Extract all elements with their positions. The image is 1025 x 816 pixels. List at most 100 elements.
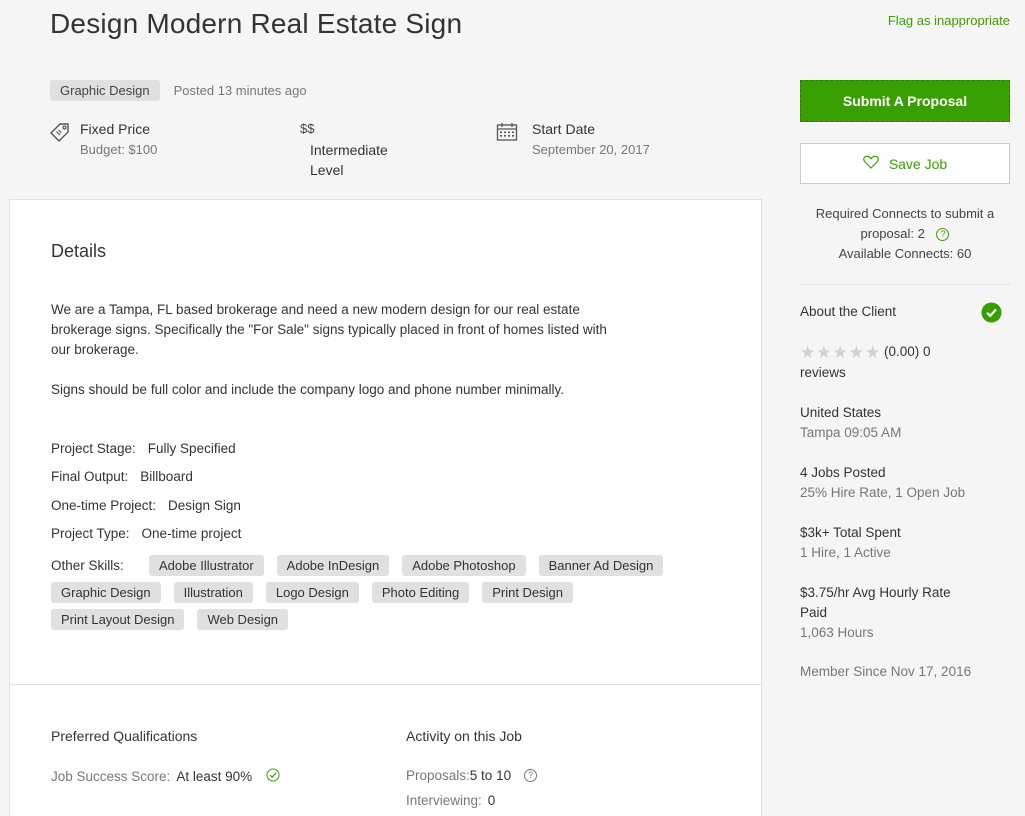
submit-proposal-button[interactable]: Submit A Proposal (800, 80, 1010, 122)
connects-line: proposal: 2 ? (800, 224, 1010, 244)
heart-icon (863, 155, 879, 172)
field-value: One-time project (141, 526, 242, 541)
start-date-label: Start Date (532, 121, 596, 137)
verified-check-icon (981, 302, 1002, 329)
total-spent: $3k+ Total Spent (800, 525, 901, 540)
skill-tag[interactable]: Photo Editing (371, 582, 470, 603)
category-tag[interactable]: Graphic Design (50, 80, 160, 101)
sidebar-divider (800, 284, 1010, 285)
proposals-count: Proposals: 5 to 10 ? (406, 768, 538, 783)
skill-tag[interactable]: Banner Ad Design (538, 555, 664, 576)
reviews-text: reviews (800, 365, 846, 380)
skill-tag[interactable]: Adobe InDesign (276, 555, 390, 576)
level-fact: $$ Intermediate Level (300, 121, 388, 178)
activity-heading: Activity on this Job (406, 728, 522, 744)
client-jobs: 4 Jobs Posted 25% Hire Rate, 1 Open Job (800, 463, 1010, 503)
flag-inappropriate-link[interactable]: Flag as inappropriate (888, 13, 1010, 28)
avg-hourly-rate: $3.75/hr Avg Hourly Rate (800, 585, 951, 600)
help-icon[interactable]: ? (524, 769, 538, 782)
calendar-icon (496, 122, 518, 147)
jss-label: Job Success Score: (51, 769, 171, 784)
job-facts: Fixed Price Budget: $100 $$ Intermediate… (50, 121, 750, 181)
proposals-label: Proposals: (406, 768, 470, 783)
jobs-posted: 4 Jobs Posted (800, 465, 886, 480)
client-local-time: Tampa 09:05 AM (800, 425, 902, 440)
details-heading: Details (51, 241, 107, 261)
client-country: United States (800, 405, 882, 420)
job-meta: Graphic Design Posted 13 minutes ago (50, 80, 307, 101)
proposals-value: 5 to 10 (469, 768, 512, 783)
field-label: Project Type: (51, 526, 130, 541)
final-output: Final Output: Billboard (51, 469, 193, 484)
skill-tag[interactable]: Logo Design (265, 582, 359, 603)
skills-row-3: Print Layout Design Web Design (51, 609, 289, 630)
project-type: Project Type: One-time project (51, 526, 241, 541)
field-label: Project Stage: (51, 441, 136, 456)
posted-time: Posted 13 minutes ago (173, 83, 307, 98)
preferred-qualifications-heading: Preferred Qualifications (51, 728, 198, 744)
star-icon: ★ (865, 342, 881, 362)
member-since: Member Since Nov 17, 2016 (800, 664, 972, 679)
client-hourly: $3.75/hr Avg Hourly Rate Paid 1,063 Hour… (800, 583, 1010, 643)
save-job-button[interactable]: Save Job (800, 143, 1010, 184)
price-tag-icon (50, 122, 70, 147)
start-date-value: September 20, 2017 (532, 142, 650, 157)
hire-rate: 25% Hire Rate, 1 Open Job (800, 485, 966, 500)
one-time-project: One-time Project: Design Sign (51, 498, 241, 513)
level-line2: Level (310, 162, 344, 178)
details-card: Details We are a Tampa, FL based brokera… (9, 199, 762, 685)
skill-tag[interactable]: Adobe Illustrator (149, 555, 264, 576)
project-stage: Project Stage: Fully Specified (51, 441, 236, 456)
about-client: About the Client (800, 302, 1010, 323)
total-hours: 1,063 Hours (800, 625, 874, 640)
skill-tag[interactable]: Web Design (197, 609, 289, 630)
skills-row-1: Adobe Illustrator Adobe InDesign Adobe P… (149, 555, 664, 576)
avg-hourly-rate-line2: Paid (800, 605, 828, 620)
field-value: Design Sign (168, 498, 241, 513)
level-symbol: $$ (300, 121, 315, 136)
interviewing-count: Interviewing: 0 (406, 793, 495, 808)
skill-tag[interactable]: Print Design (482, 582, 574, 603)
interviewing-label: Interviewing: (406, 793, 482, 808)
jss-value: At least 90% (176, 769, 253, 784)
job-success-score: Job Success Score: At least 90% (51, 768, 280, 785)
help-icon[interactable]: ? (936, 228, 950, 242)
price-fact: Fixed Price Budget: $100 (80, 121, 157, 157)
rating-text: (0.00) 0 (884, 344, 931, 359)
price-type: Fixed Price (80, 121, 151, 137)
description-line: We are a Tampa, FL based brokerage and n… (51, 302, 580, 317)
skill-tag[interactable]: Print Layout Design (51, 609, 185, 630)
interviewing-value: 0 (487, 793, 496, 808)
budget: Budget: $100 (80, 142, 158, 157)
field-value: Fully Specified (147, 441, 236, 456)
start-date-fact: Start Date September 20, 2017 (532, 121, 650, 157)
field-label: Final Output: (51, 469, 129, 484)
client-rating: ★ ★ ★ ★ ★ (0.00) 0 reviews (800, 342, 1010, 383)
check-circle-icon (266, 768, 280, 785)
client-location: United States Tampa 09:05 AM (800, 403, 1010, 443)
connects-info: Required Connects to submit a proposal: … (800, 204, 1010, 264)
field-label: One-time Project: (51, 498, 157, 513)
hires-active: 1 Hire, 1 Active (800, 545, 891, 560)
connects-line: Required Connects to submit a (815, 206, 995, 221)
skills-row-2: Graphic Design Illustration Logo Design … (51, 582, 574, 603)
job-title: Design Modern Real Estate Sign (50, 8, 463, 39)
qualifications-card: Preferred Qualifications Job Success Sco… (9, 684, 762, 816)
rating-stars: ★ ★ ★ ★ ★ (800, 344, 880, 361)
star-icon: ★ (800, 342, 816, 362)
other-skills-label: Other Skills: (51, 558, 124, 573)
star-icon: ★ (832, 342, 848, 362)
save-job-label: Save Job (888, 155, 948, 172)
description-line: our brokerage. (51, 342, 139, 357)
description-paragraph-1: We are a Tampa, FL based brokerage and n… (51, 300, 721, 360)
description-line: brokerage signs. Specifically the "For S… (51, 322, 607, 337)
skill-tag[interactable]: Graphic Design (51, 582, 161, 603)
description-paragraph-2: Signs should be full color and include t… (51, 382, 565, 397)
client-spending: $3k+ Total Spent 1 Hire, 1 Active (800, 523, 1010, 563)
field-value: Billboard (140, 469, 193, 484)
level-line1: Intermediate (310, 142, 388, 158)
star-icon: ★ (848, 342, 864, 362)
skill-tag[interactable]: Adobe Photoshop (402, 555, 526, 576)
about-client-heading: About the Client (800, 304, 897, 319)
skill-tag[interactable]: Illustration (173, 582, 253, 603)
